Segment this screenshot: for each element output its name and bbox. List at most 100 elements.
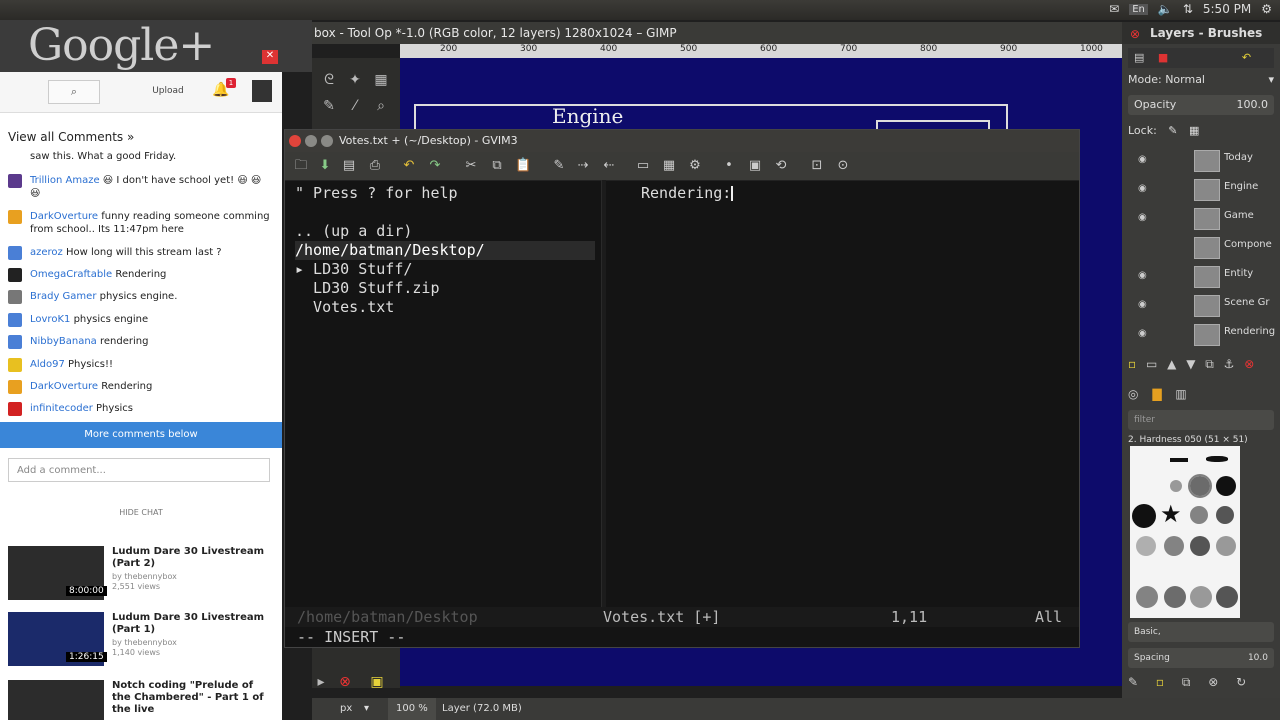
comment-username[interactable]: Brady Gamer bbox=[30, 291, 96, 302]
paste-icon[interactable]: 📋 bbox=[515, 158, 531, 174]
layer-item[interactable]: Compone bbox=[1134, 235, 1274, 261]
find-prev-icon[interactable]: ⇠ bbox=[601, 158, 617, 174]
avatar[interactable] bbox=[8, 174, 22, 188]
avatar[interactable] bbox=[8, 358, 22, 372]
brush-swatch[interactable] bbox=[1216, 586, 1238, 608]
brush-swatch[interactable] bbox=[1164, 586, 1186, 608]
lock-paint-icon[interactable]: ✎ bbox=[1168, 124, 1177, 137]
comment-username[interactable]: OmegaCraftable bbox=[30, 269, 112, 280]
open-file-icon[interactable]: 🗀 bbox=[293, 158, 309, 174]
video-title[interactable]: Ludum Dare 30 Livestream (Part 1) bbox=[112, 612, 274, 636]
add-comment-input[interactable]: Add a comment... bbox=[8, 458, 270, 482]
brush-filter-input[interactable]: filter bbox=[1128, 410, 1274, 430]
build-tags-icon[interactable]: ▣ bbox=[747, 158, 763, 174]
layers-tab-icon[interactable]: ▤ bbox=[1134, 51, 1144, 64]
zoom-select[interactable]: 100 % bbox=[388, 698, 436, 720]
visibility-eye-icon[interactable]: ◉ bbox=[1138, 328, 1147, 339]
run-script-icon[interactable]: ⚙ bbox=[687, 158, 703, 174]
new-group-icon[interactable]: ▭ bbox=[1146, 357, 1157, 371]
brush-swatch[interactable] bbox=[1216, 506, 1234, 524]
brushes-icon[interactable]: ◎ bbox=[1128, 387, 1138, 401]
undo-icon[interactable]: ↶ bbox=[401, 158, 417, 174]
patterns-icon[interactable]: ▇ bbox=[1152, 387, 1161, 401]
save-all-icon[interactable]: ▤ bbox=[341, 158, 357, 174]
related-video-item[interactable]: 8:00:00 Ludum Dare 30 Livestream (Part 2)… bbox=[8, 546, 274, 604]
zoom-tool-icon[interactable]: ⌕ bbox=[372, 98, 390, 116]
star-brush-icon[interactable]: ★ bbox=[1160, 500, 1182, 528]
brushes-tab-icon[interactable]: ■ bbox=[1158, 51, 1168, 64]
comment-username[interactable]: DarkOverture bbox=[30, 211, 98, 222]
keyboard-indicator[interactable]: En bbox=[1129, 3, 1148, 15]
visibility-eye-icon[interactable]: ◉ bbox=[1138, 299, 1147, 310]
brush-swatch[interactable] bbox=[1136, 536, 1156, 556]
tree-item-file[interactable]: LD30 Stuff.zip bbox=[295, 279, 595, 298]
find-next-icon[interactable]: ⇢ bbox=[575, 158, 591, 174]
mode-row[interactable]: Mode: Normal ▾ bbox=[1128, 70, 1274, 90]
duplicate-layer-icon[interactable]: ⧉ bbox=[1205, 357, 1214, 371]
visibility-eye-icon[interactable]: ◉ bbox=[1138, 183, 1147, 194]
refresh-brushes-icon[interactable]: ↻ bbox=[1236, 675, 1246, 689]
brush-swatch-selected[interactable] bbox=[1188, 474, 1212, 498]
layer-item[interactable]: ◉ Engine bbox=[1134, 177, 1274, 203]
opacity-slider[interactable]: Opacity 100.0 bbox=[1128, 95, 1274, 115]
comment-username[interactable]: Trillion Amaze bbox=[30, 175, 100, 186]
brush-grid[interactable]: ★ bbox=[1130, 446, 1240, 618]
layer-item[interactable]: ◉ Game bbox=[1134, 206, 1274, 232]
paths-tool-icon[interactable]: ✎ bbox=[320, 98, 338, 116]
video-thumbnail[interactable]: 1:26:15 bbox=[8, 612, 107, 666]
video-title[interactable]: Notch coding "Prelude of the Chambered" … bbox=[112, 680, 274, 716]
maximize-window-button[interactable] bbox=[321, 135, 333, 147]
save-file-icon[interactable]: ⬇ bbox=[317, 158, 333, 174]
help-icon[interactable]: ⊡ bbox=[809, 158, 825, 174]
anchor-layer-icon[interactable]: ⚓ bbox=[1224, 357, 1235, 371]
comment-username[interactable]: LovroK1 bbox=[30, 314, 70, 325]
close-dock-icon[interactable]: ⊗ bbox=[1130, 27, 1140, 41]
new-brush-icon[interactable]: ▫ bbox=[1156, 675, 1164, 689]
video-title[interactable]: Ludum Dare 30 Livestream (Part 2) bbox=[112, 546, 274, 570]
lasso-tool-icon[interactable]: ᘓ bbox=[320, 72, 338, 90]
edit-brush-icon[interactable]: ✎ bbox=[1128, 675, 1138, 689]
layer-item[interactable]: ◉ Rendering bbox=[1134, 322, 1275, 348]
related-video-item[interactable]: 1:26:15 Ludum Dare 30 Livestream (Part 1)… bbox=[8, 612, 274, 670]
visibility-eye-icon[interactable]: ◉ bbox=[1138, 154, 1147, 165]
layer-item[interactable]: ◉ Today bbox=[1134, 148, 1274, 174]
save-session-icon[interactable]: ▦ bbox=[661, 158, 677, 174]
make-icon[interactable]: • bbox=[721, 158, 737, 174]
settings-icon[interactable]: ⚙ bbox=[1261, 2, 1272, 16]
upload-button[interactable]: Upload bbox=[146, 80, 190, 102]
brush-swatch[interactable] bbox=[1164, 536, 1184, 556]
avatar[interactable] bbox=[8, 402, 22, 416]
picker-tool-icon[interactable]: ⁄ bbox=[346, 98, 364, 116]
lower-layer-icon[interactable]: ▼ bbox=[1186, 357, 1195, 371]
brush-swatch[interactable] bbox=[1190, 506, 1208, 524]
more-comments-button[interactable]: More comments below bbox=[0, 422, 282, 448]
gradients-icon[interactable]: ▥ bbox=[1175, 387, 1186, 401]
copy-icon[interactable]: ⧉ bbox=[489, 158, 505, 174]
delete-layer-icon[interactable]: ⊗ bbox=[1244, 357, 1254, 371]
avatar[interactable] bbox=[252, 80, 272, 102]
hide-chat-button[interactable]: HIDE CHAT bbox=[0, 508, 282, 517]
tag-jump-icon[interactable]: ⟲ bbox=[773, 158, 789, 174]
tree-item-up-dir[interactable]: .. (up a dir) bbox=[295, 222, 595, 241]
redo-icon[interactable]: ↷ bbox=[427, 158, 443, 174]
close-window-button[interactable] bbox=[289, 135, 301, 147]
editor-buffer[interactable]: Rendering: bbox=[641, 184, 1061, 202]
related-video-item[interactable]: Notch coding "Prelude of the Chambered" … bbox=[8, 680, 274, 720]
comment-username[interactable]: infinitecoder bbox=[30, 403, 93, 414]
find-help-icon[interactable]: ⊙ bbox=[835, 158, 851, 174]
mode-select[interactable]: Normal bbox=[1165, 73, 1205, 86]
delete-brush-icon[interactable]: ⊗ bbox=[1208, 675, 1218, 689]
comment-username[interactable]: Aldo97 bbox=[30, 359, 65, 370]
close-tool-icon[interactable]: ⊗ bbox=[336, 674, 354, 692]
duplicate-brush-icon[interactable]: ⧉ bbox=[1182, 675, 1191, 689]
avatar[interactable] bbox=[8, 290, 22, 304]
layer-item[interactable]: ◉ Entity bbox=[1134, 264, 1274, 290]
spacing-slider[interactable]: Spacing 10.0 bbox=[1128, 648, 1274, 668]
comment-username[interactable]: NibbyBanana bbox=[30, 336, 97, 347]
mail-icon[interactable]: ✉ bbox=[1109, 2, 1119, 16]
toolbox-tab-icon[interactable]: ▸ bbox=[312, 674, 330, 692]
wand-tool-icon[interactable]: ✦ bbox=[346, 72, 364, 90]
avatar[interactable] bbox=[8, 210, 22, 224]
tree-item-folder[interactable]: ▸ LD30 Stuff/ bbox=[295, 260, 595, 279]
avatar[interactable] bbox=[8, 313, 22, 327]
